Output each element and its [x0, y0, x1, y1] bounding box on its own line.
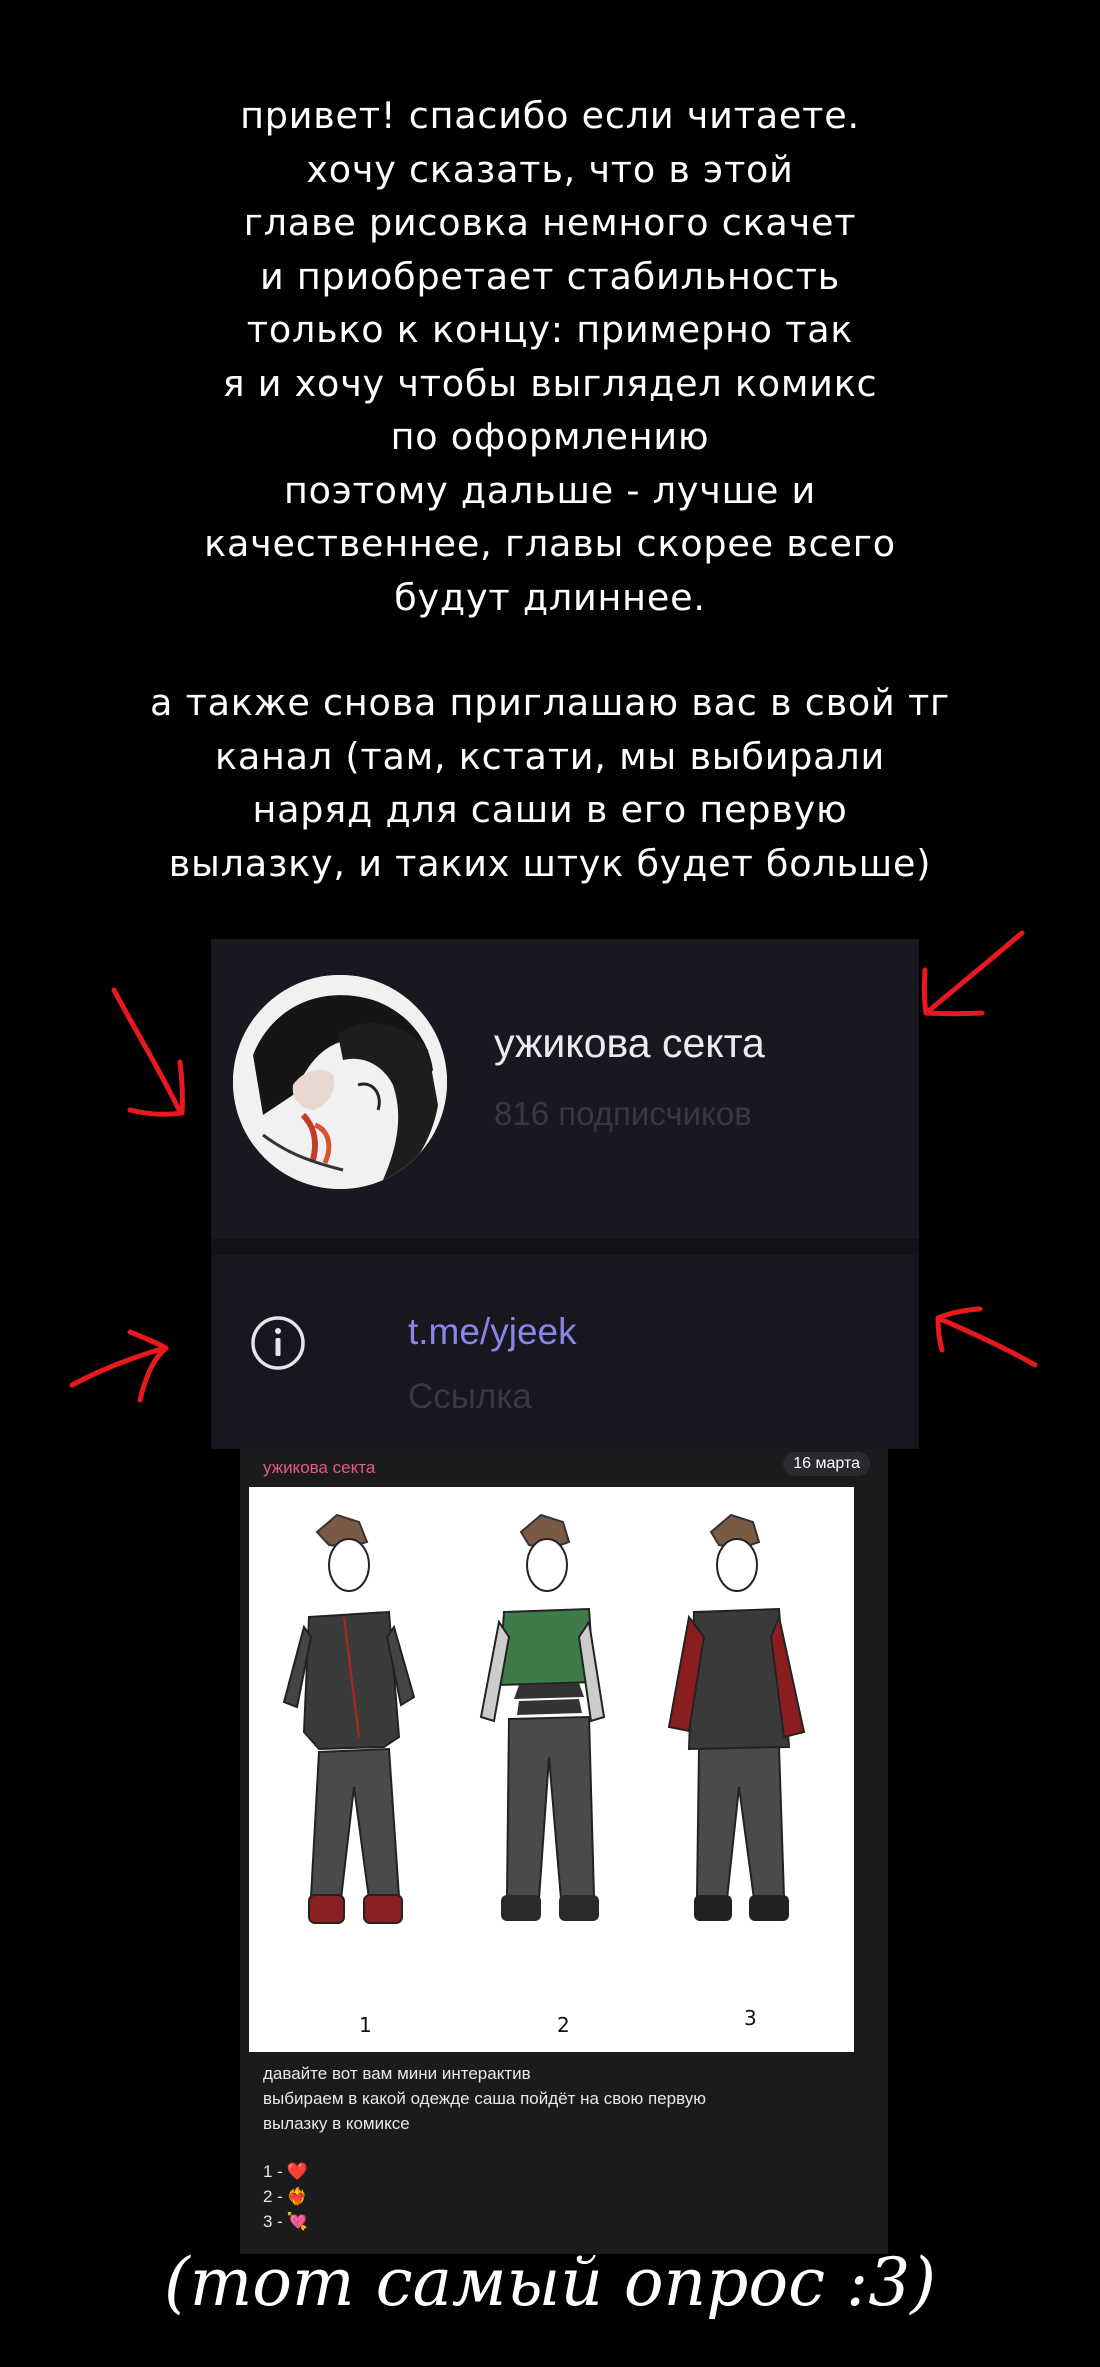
subscriber-count: 816 подписчиков	[494, 1095, 752, 1132]
note-line: главе рисовка немного скачет	[243, 201, 857, 244]
outfit-figure-3	[667, 1513, 806, 1921]
info-icon	[251, 1316, 305, 1370]
post-date: 16 марта	[783, 1452, 870, 1476]
note-line: наряд для саши в его первую	[252, 788, 848, 831]
channel-avatar[interactable]	[233, 975, 447, 1189]
channel-header: ужикова секта 816 подписчиков	[211, 939, 919, 1239]
avatar-artwork	[233, 975, 447, 1189]
outfit-sketch-image[interactable]: 1 2 3	[249, 1487, 854, 2052]
arrow-top-left-icon	[111, 987, 185, 1117]
note-line: и приобретает стабильность	[259, 254, 841, 298]
author-note-paragraph-2: а также снова приглашаю вас в свой тг ка…	[60, 676, 1040, 890]
note-line: качественнее, главы скорее всего	[204, 522, 896, 565]
poll-option-label: 2 -	[263, 2187, 283, 2206]
channel-card: ужикова секта 816 подписчиков t.me/yjeek…	[211, 939, 919, 1449]
poll-option: 3 - 💘	[263, 2209, 308, 2234]
post-channel-name: ужикова секта	[263, 1458, 376, 1477]
channel-link[interactable]: t.me/yjeek	[408, 1311, 577, 1353]
poll-option: 1 - ❤️	[263, 2159, 308, 2184]
handwritten-caption: (тот самый опрос :3)	[164, 2244, 936, 2321]
channel-post: ужикова секта 16 марта 1 2 3 давайте вот…	[240, 1449, 888, 2254]
post-text-line: выбираем в какой одежде саша пойдёт на с…	[263, 2089, 706, 2108]
heart-icon: ❤️	[286, 2162, 309, 2181]
note-line: вылазку, и таких штук будет больше)	[168, 841, 932, 885]
divider	[211, 1239, 919, 1255]
note-line: привет! спасибо если читаете.	[240, 94, 860, 137]
note-line: хочу сказать, что в этой	[306, 147, 794, 191]
post-text-line: давайте вот вам мини интерактив	[263, 2064, 531, 2083]
poll-options: 1 - ❤️ 2 - ❤️‍🔥 3 - 💘	[263, 2159, 308, 2234]
figure-label-1: 1	[359, 2013, 372, 2037]
post-text-line: вылазку в комиксе	[263, 2114, 410, 2133]
note-line: а также снова приглашаю вас в свой тг	[150, 681, 950, 724]
note-line: я и хочу чтобы выглядел комикс	[222, 361, 878, 405]
note-line: по оформлению	[390, 415, 710, 458]
note-line: будут длиннее.	[394, 575, 706, 619]
poll-option-label: 1 -	[263, 2162, 283, 2181]
outfit-figure-1	[282, 1513, 416, 1924]
post-text: давайте вот вам мини интерактив выбираем…	[263, 2061, 706, 2136]
figure-label-2: 2	[557, 2013, 570, 2037]
heart-with-arrow-icon: 💘	[286, 2212, 309, 2231]
link-caption: Ссылка	[408, 1377, 532, 1416]
arrow-top-right-icon	[921, 930, 1025, 1017]
outfit-sketches: 1 2 3	[282, 1513, 806, 2037]
outfit-figure-2	[479, 1513, 606, 1921]
figure-label-3: 3	[744, 2006, 757, 2030]
poll-option-label: 3 -	[263, 2212, 283, 2231]
arrow-bottom-left-icon	[69, 1329, 169, 1403]
heart-on-fire-icon: ❤️‍🔥	[286, 2187, 309, 2206]
poll-option: 2 - ❤️‍🔥	[263, 2184, 308, 2209]
note-line: канал (там, кстати, мы выбирали	[214, 734, 886, 778]
note-line: поэтому дальше - лучше и	[283, 468, 817, 512]
arrow-bottom-right-icon	[935, 1306, 1038, 1368]
author-note-paragraph-1: привет! спасибо если читаете. хочу сказа…	[60, 89, 1040, 624]
channel-name: ужикова секта	[494, 1020, 765, 1066]
note-line: только к концу: примерно так	[246, 308, 854, 351]
